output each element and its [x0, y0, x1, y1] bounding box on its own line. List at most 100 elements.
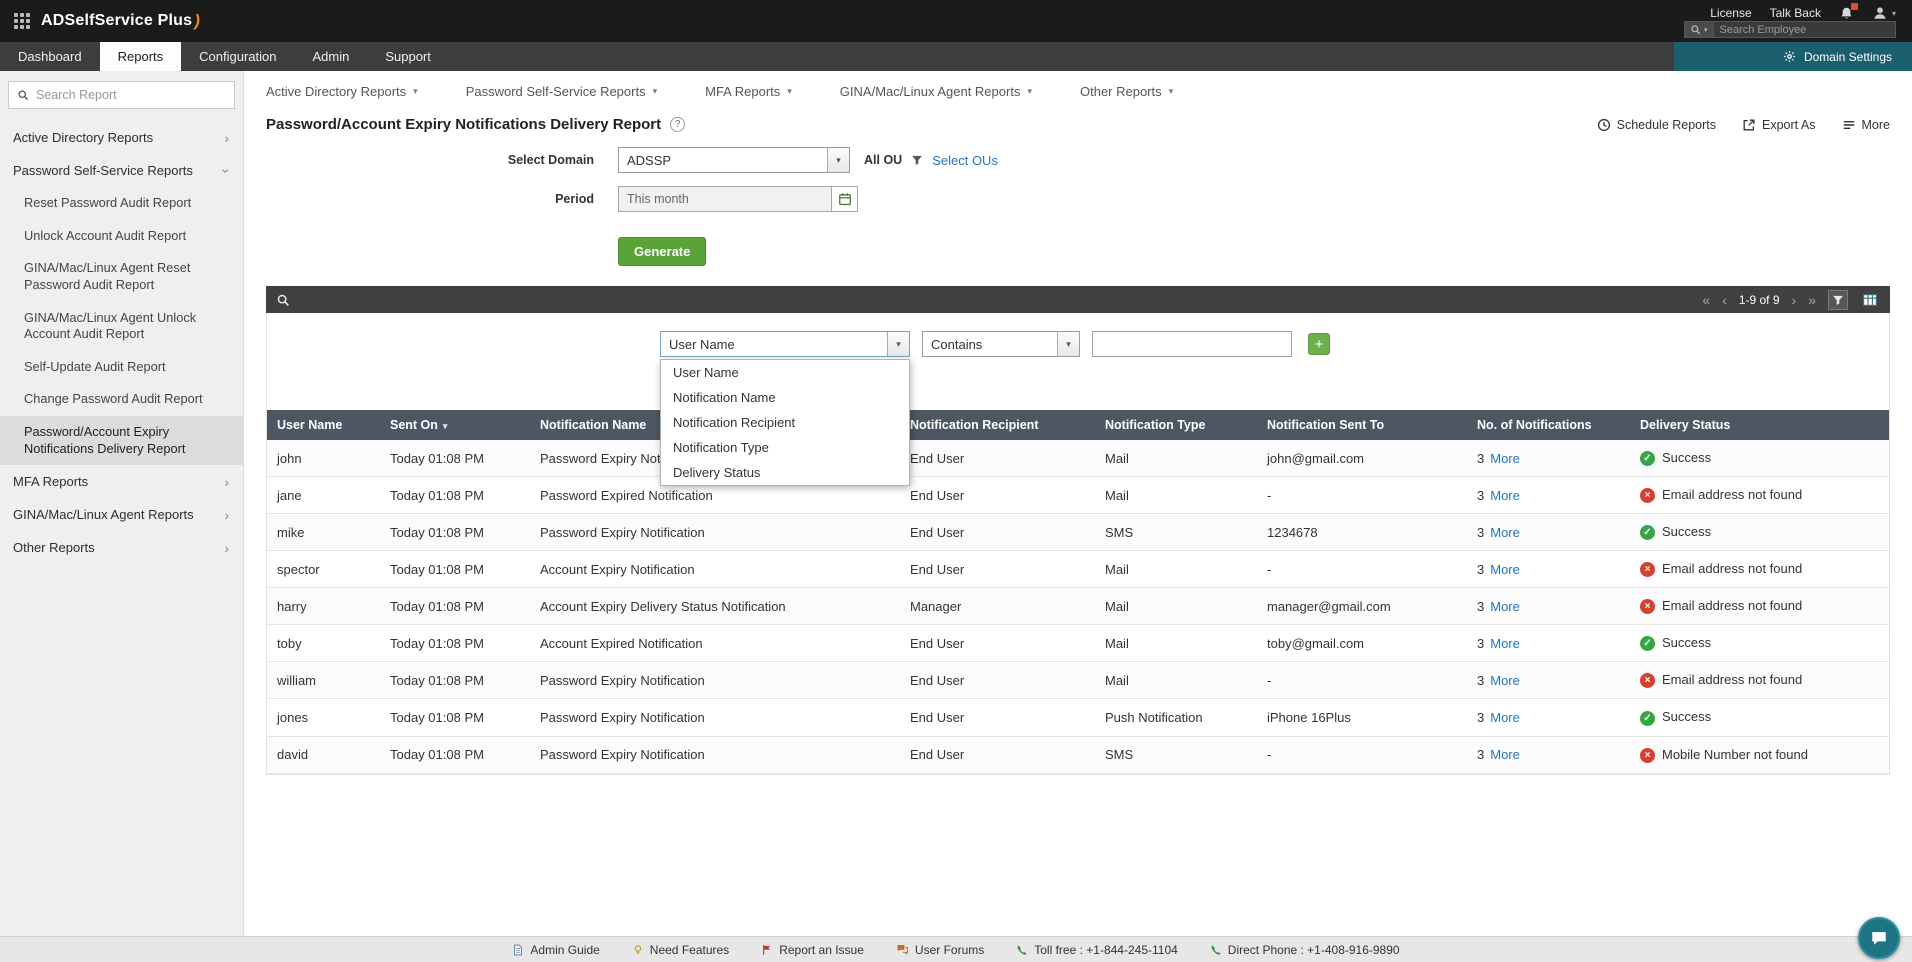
more-link[interactable]: More	[1490, 525, 1520, 540]
report-menu-item[interactable]: MFA Reports ▾	[705, 84, 792, 99]
filter-field-option[interactable]: Delivery Status	[661, 460, 909, 485]
app-launcher-icon[interactable]	[14, 13, 30, 29]
more-button[interactable]: More	[1842, 118, 1890, 132]
toll-free-number[interactable]: Toll free : +1-844-245-1104	[1016, 943, 1178, 957]
col-user-name[interactable]: User Name	[267, 410, 380, 440]
sidebar-item-other-reports[interactable]: Other Reports ›	[0, 531, 243, 564]
talk-back-link[interactable]: Talk Back	[1770, 6, 1821, 20]
need-features-link[interactable]: Need Features	[632, 943, 729, 957]
ou-filter-icon[interactable]	[911, 154, 923, 166]
support-chat-button[interactable]	[1858, 917, 1900, 959]
sidebar-subitem[interactable]: GINA/Mac/Linux Agent Unlock Account Audi…	[0, 302, 243, 351]
tab-configuration[interactable]: Configuration	[181, 42, 294, 71]
sidebar-subitem[interactable]: Self-Update Audit Report	[0, 351, 243, 384]
user-avatar[interactable]: ▾	[1872, 5, 1896, 21]
filter-value-input[interactable]	[1092, 331, 1292, 357]
sidebar-item-gina-mac-linux-agent-reports[interactable]: GINA/Mac/Linux Agent Reports ›	[0, 498, 243, 531]
domain-settings-button[interactable]: Domain Settings	[1674, 42, 1912, 71]
report-search-input[interactable]	[36, 88, 226, 102]
col-notification-type[interactable]: Notification Type	[1095, 410, 1257, 440]
filter-toggle-icon[interactable]	[1828, 290, 1848, 310]
more-link[interactable]: More	[1490, 451, 1520, 466]
chat-icon	[1870, 929, 1888, 947]
license-link[interactable]: License	[1710, 6, 1751, 20]
tab-support[interactable]: Support	[367, 42, 449, 71]
next-page-icon[interactable]: ›	[1792, 293, 1797, 307]
filter-field-option[interactable]: Notification Recipient	[661, 410, 909, 435]
domain-select[interactable]: ADSSP ▾	[618, 147, 850, 173]
cell-notification-sent-to: 1234678	[1257, 514, 1467, 551]
filter-field-option[interactable]: Notification Type	[661, 435, 909, 460]
prev-page-icon[interactable]: ‹	[1722, 293, 1727, 307]
report-menu-item[interactable]: Other Reports ▾	[1080, 84, 1173, 99]
more-link[interactable]: More	[1490, 710, 1520, 725]
direct-phone-number[interactable]: Direct Phone : +1-408-916-9890	[1210, 943, 1400, 957]
more-link[interactable]: More	[1490, 673, 1520, 688]
more-link[interactable]: More	[1490, 599, 1520, 614]
last-page-icon[interactable]: »	[1808, 293, 1816, 307]
report-menu-item[interactable]: Password Self-Service Reports ▾	[466, 84, 657, 99]
cell-notification-type: SMS	[1095, 514, 1257, 551]
col-sent-on[interactable]: Sent On▾	[380, 410, 530, 440]
filter-field-option[interactable]: User Name	[661, 360, 909, 385]
sidebar-subitem[interactable]: Unlock Account Audit Report	[0, 220, 243, 253]
tab-dashboard[interactable]: Dashboard	[0, 42, 100, 71]
help-icon[interactable]: ?	[670, 117, 685, 132]
more-link[interactable]: More	[1490, 636, 1520, 651]
sidebar-subitem[interactable]: Password/Account Expiry Notifications De…	[0, 416, 243, 465]
col-notification-sent-to[interactable]: Notification Sent To	[1257, 410, 1467, 440]
col-delivery-status[interactable]: Delivery Status	[1630, 410, 1889, 440]
app-logo: ADSelfService Plus )	[41, 11, 200, 31]
filter-field-select[interactable]: User Name ▾	[660, 331, 910, 357]
sidebar-subitem[interactable]: Change Password Audit Report	[0, 383, 243, 416]
schedule-reports-button[interactable]: Schedule Reports	[1597, 118, 1716, 132]
employee-search-input[interactable]	[1714, 24, 1895, 36]
sidebar-subitem[interactable]: Reset Password Audit Report	[0, 187, 243, 220]
caret-down-icon: ▾	[1704, 26, 1708, 34]
more-link[interactable]: More	[1490, 747, 1520, 762]
first-page-icon[interactable]: «	[1702, 293, 1710, 307]
report-grid-panel: User Name ▾ Contains ▾ + User Name Notif…	[266, 313, 1890, 775]
period-input[interactable]	[618, 186, 832, 212]
col-no-of-notifications[interactable]: No. of Notifications	[1467, 410, 1630, 440]
more-link[interactable]: More	[1490, 488, 1520, 503]
user-forums-link[interactable]: User Forums	[896, 943, 984, 957]
generate-button[interactable]: Generate	[618, 237, 706, 266]
calendar-button[interactable]	[832, 186, 858, 212]
cell-no-of-notifications: 3More	[1467, 588, 1630, 625]
all-ou-label: All OU	[864, 153, 902, 167]
report-menu-item[interactable]: Active Directory Reports ▾	[266, 84, 418, 99]
report-menu-item[interactable]: GINA/Mac/Linux Agent Reports ▾	[840, 84, 1032, 99]
cell-notification-sent-to: -	[1257, 736, 1467, 773]
sidebar-item-password-self-service-reports[interactable]: Password Self-Service Reports ›	[0, 154, 243, 187]
status-text: Email address not found	[1662, 598, 1802, 613]
filter-operator-select[interactable]: Contains ▾	[922, 331, 1080, 357]
admin-guide-link[interactable]: Admin Guide	[512, 943, 599, 957]
search-scope-selector[interactable]: ▾	[1685, 22, 1714, 37]
sidebar-subitem[interactable]: GINA/Mac/Linux Agent Reset Password Audi…	[0, 252, 243, 301]
cell-delivery-status: Success	[1630, 699, 1889, 736]
select-ous-link[interactable]: Select OUs	[932, 153, 998, 168]
sidebar-item-mfa-reports[interactable]: MFA Reports ›	[0, 465, 243, 498]
flag-icon	[761, 944, 773, 956]
status-icon	[1640, 673, 1655, 688]
column-chooser-icon[interactable]	[1860, 290, 1880, 310]
add-filter-button[interactable]: +	[1308, 333, 1330, 355]
table-body: john Today 01:08 PM Password Expiry Noti…	[267, 440, 1889, 773]
tab-reports[interactable]: Reports	[100, 42, 182, 71]
col-notification-recipient[interactable]: Notification Recipient	[900, 410, 1095, 440]
domain-row: Select Domain ADSSP ▾ All OU Select OUs	[266, 147, 1890, 173]
export-as-button[interactable]: Export As	[1742, 118, 1816, 132]
filter-field-option[interactable]: Notification Name	[661, 385, 909, 410]
filter-field-value: User Name	[661, 337, 887, 352]
chevron-down-icon: ›	[220, 168, 234, 173]
sidebar-item-active-directory-reports[interactable]: Active Directory Reports ›	[0, 121, 243, 154]
grid-search-icon[interactable]	[276, 293, 290, 307]
cell-notification-recipient: End User	[900, 625, 1095, 662]
notifications-bell-icon[interactable]	[1839, 6, 1854, 21]
tab-admin[interactable]: Admin	[294, 42, 367, 71]
filter-controls: User Name ▾ Contains ▾ +	[660, 331, 1889, 357]
more-link[interactable]: More	[1490, 562, 1520, 577]
cell-notification-name: Password Expiry Notification	[530, 662, 900, 699]
report-an-issue-link[interactable]: Report an Issue	[761, 943, 864, 957]
